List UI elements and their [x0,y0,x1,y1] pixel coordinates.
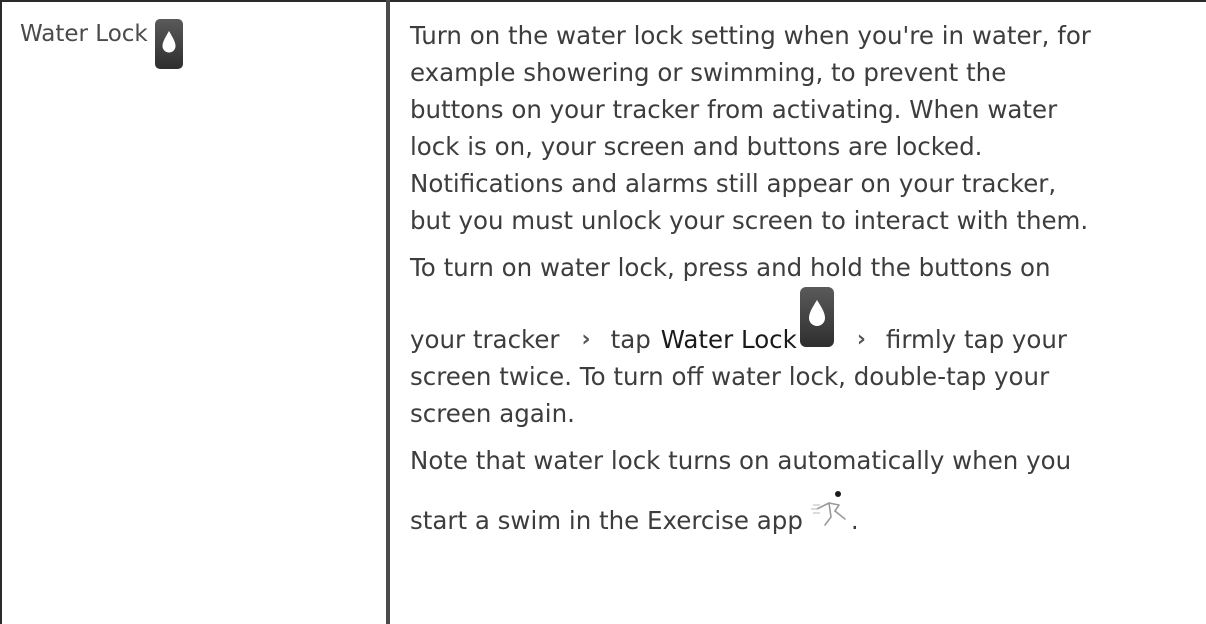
swim-icon [810,489,851,539]
paragraph-description: Turn on the water lock setting when you'… [410,17,1200,239]
paragraph-note: Note that water lock turns on automatica… [410,442,1200,539]
text-line: example showering or swimming, to preven… [410,58,1007,87]
chevron-right-icon: › [581,327,591,352]
note-period: . [850,506,859,535]
text-line: To turn on water lock, press and hold th… [410,253,1051,282]
left-cell: Water Lock [20,18,184,77]
row-title: Water Lock [20,21,148,47]
text-line: buttons on your tracker from activating.… [410,95,1058,124]
note-line: start a swim in the Exercise app . [410,479,1200,539]
paragraph-instructions: To turn on water lock, press and hold th… [410,249,1200,432]
water-lock-label: Water Lock [660,325,797,354]
text-line: but you must unlock your screen to inter… [410,206,1089,235]
text-line: screen again. [410,399,575,428]
right-cell: Turn on the water lock setting when you'… [410,17,1200,539]
instruction-steps-line: your tracker › tap Water Lock › firmly t… [410,286,1200,358]
water-drop-icon [154,18,184,77]
text-line: Note that water lock turns on automatica… [410,446,1072,475]
step-text: your tracker [410,325,560,354]
text-line: screen twice. To turn off water lock, do… [410,362,1050,391]
step-text: firmly tap your [885,325,1068,354]
text-line: lock is on, your screen and buttons are … [410,132,983,161]
text-line: Notifications and alarms still appear on… [410,169,1057,198]
note-text: start a swim in the Exercise app [410,506,803,535]
step-text: tap [610,325,651,354]
column-divider [386,0,390,624]
water-drop-icon [799,286,835,358]
text-line: Turn on the water lock setting when you'… [410,21,1091,50]
chevron-right-icon: › [856,327,866,352]
